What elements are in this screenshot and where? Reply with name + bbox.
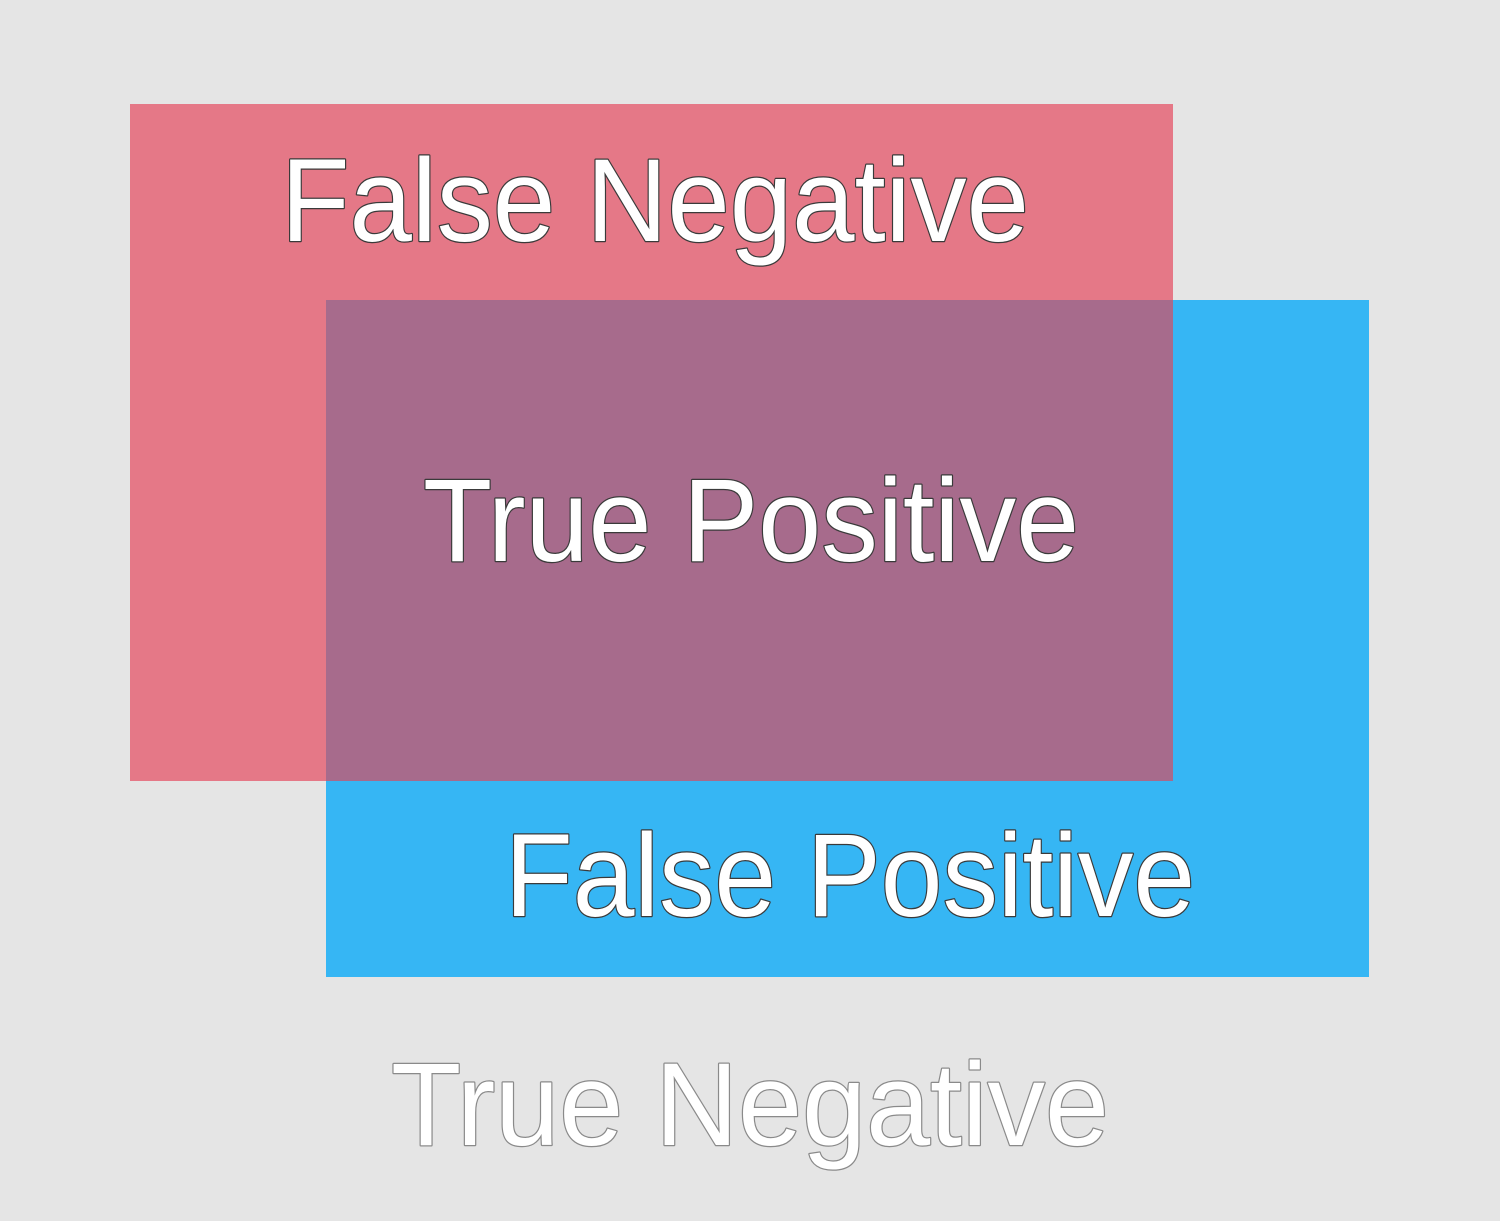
false-positive-label: False Positive bbox=[505, 810, 1195, 942]
true-positive-label: True Positive bbox=[423, 455, 1079, 587]
false-negative-label: False Negative bbox=[281, 135, 1029, 267]
confusion-diagram: False Negative True Positive False Posit… bbox=[130, 104, 1369, 1172]
true-negative-label: True Negative bbox=[391, 1039, 1109, 1171]
